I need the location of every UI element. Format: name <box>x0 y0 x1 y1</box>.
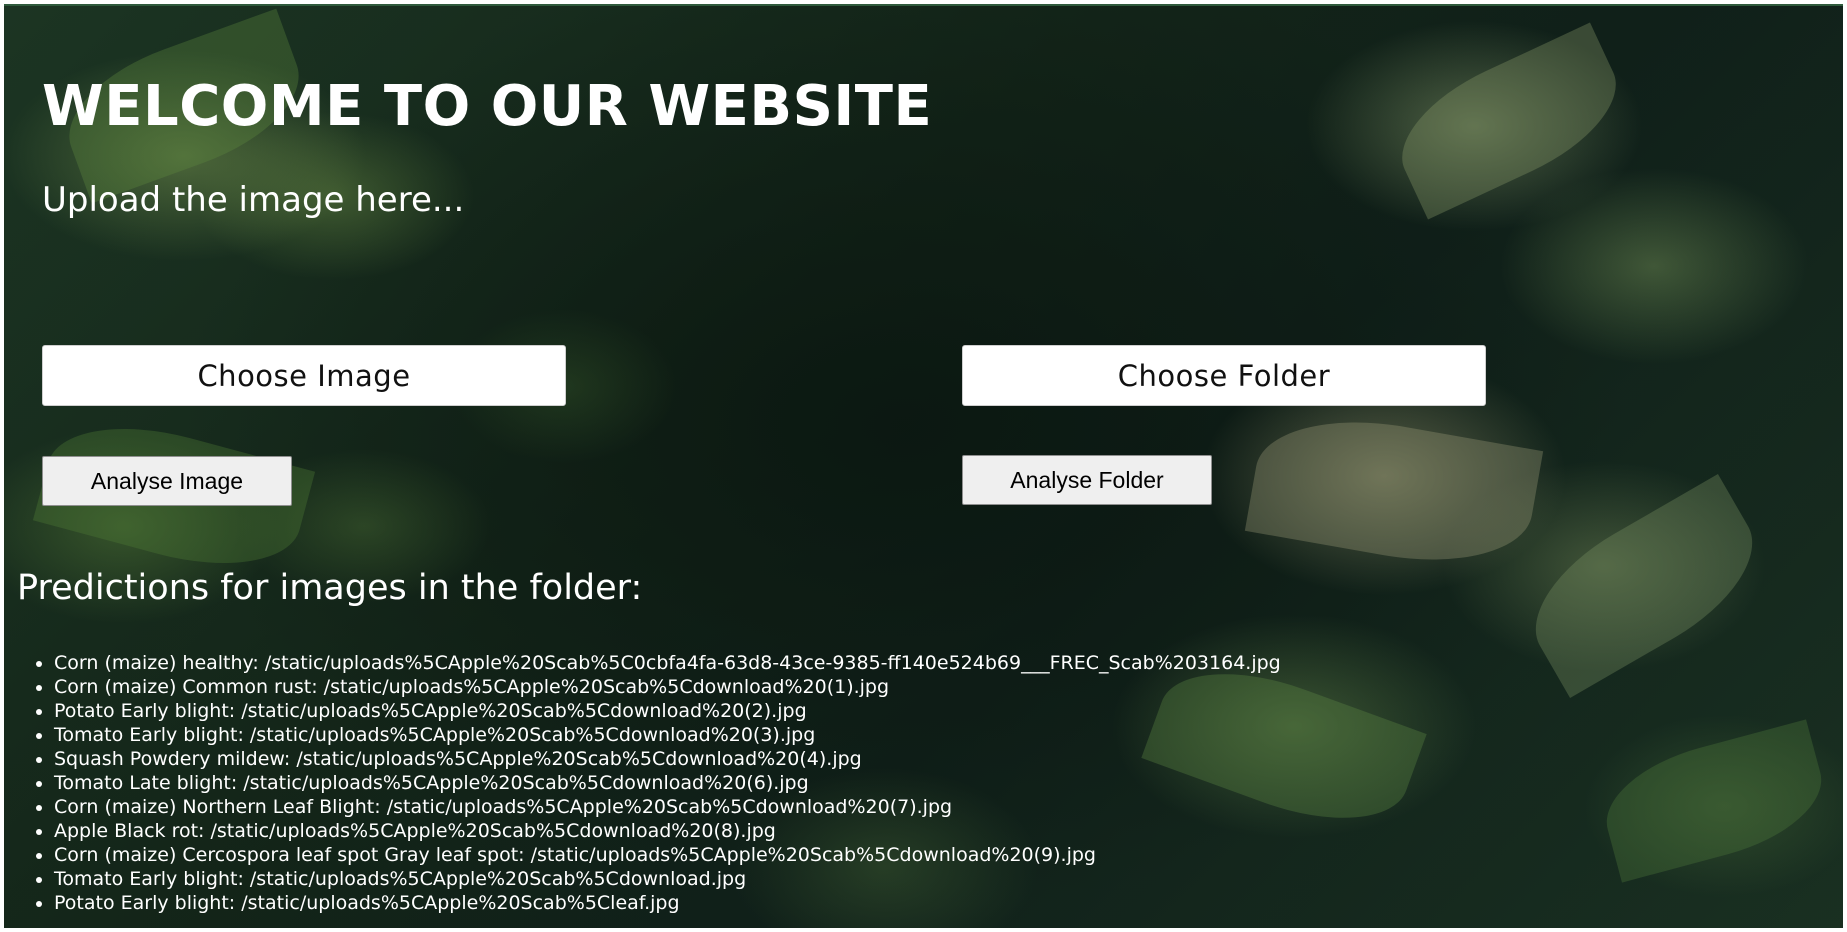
predictions-list: Corn (maize) healthy: /static/uploads%5C… <box>4 651 1281 915</box>
prediction-item: Corn (maize) healthy: /static/uploads%5C… <box>54 651 1281 675</box>
leaf-decoration <box>1510 474 1778 698</box>
prediction-item: Corn (maize) Cercospora leaf spot Gray l… <box>54 843 1281 867</box>
analyse-image-button[interactable]: Analyse Image <box>42 456 292 506</box>
prediction-item: Corn (maize) Northern Leaf Blight: /stat… <box>54 795 1281 819</box>
prediction-item: Squash Powdery mildew: /static/uploads%5… <box>54 747 1281 771</box>
prediction-item: Potato Early blight: /static/uploads%5CA… <box>54 699 1281 723</box>
prediction-item: Potato Early blight: /static/uploads%5CA… <box>54 891 1281 915</box>
leaf-decoration <box>1244 402 1544 580</box>
upload-subtitle: Upload the image here... <box>42 180 465 220</box>
page-title: WELCOME TO OUR WEBSITE <box>42 74 933 139</box>
prediction-item: Tomato Early blight: /static/uploads%5CA… <box>54 723 1281 747</box>
leaf-decoration <box>1381 22 1637 220</box>
prediction-item: Corn (maize) Common rust: /static/upload… <box>54 675 1281 699</box>
prediction-item: Apple Black rot: /static/uploads%5CApple… <box>54 819 1281 843</box>
analyse-folder-button[interactable]: Analyse Folder <box>962 455 1212 505</box>
choose-image-button[interactable]: Choose Image <box>42 345 566 406</box>
prediction-item: Tomato Late blight: /static/uploads%5CAp… <box>54 771 1281 795</box>
page-background: WELCOME TO OUR WEBSITE Upload the image … <box>4 4 1843 928</box>
choose-folder-button[interactable]: Choose Folder <box>962 345 1486 406</box>
predictions-heading: Predictions for images in the folder: <box>17 568 643 608</box>
leaf-decoration <box>1593 719 1835 883</box>
prediction-item: Tomato Early blight: /static/uploads%5CA… <box>54 867 1281 891</box>
